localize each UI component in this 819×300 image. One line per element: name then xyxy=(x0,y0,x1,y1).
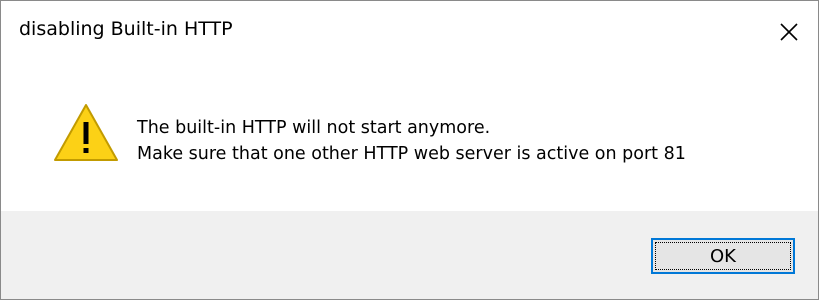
title-bar: disabling Built-in HTTP xyxy=(1,1,818,63)
message-dialog: disabling Built-in HTTP The built-in HTT… xyxy=(0,0,819,300)
close-icon xyxy=(780,23,798,41)
message-text: The built-in HTTP will not start anymore… xyxy=(137,115,686,167)
ok-button-label: OK xyxy=(710,245,736,267)
dialog-title: disabling Built-in HTTP xyxy=(19,18,233,40)
button-bar: OK xyxy=(1,211,818,299)
message-line-1: The built-in HTTP will not start anymore… xyxy=(137,118,491,138)
close-button[interactable] xyxy=(760,1,818,63)
dialog-content: The built-in HTTP will not start anymore… xyxy=(1,63,818,211)
warning-icon xyxy=(54,104,118,161)
ok-button[interactable]: OK xyxy=(651,238,795,274)
message-line-2: Make sure that one other HTTP web server… xyxy=(137,144,686,164)
